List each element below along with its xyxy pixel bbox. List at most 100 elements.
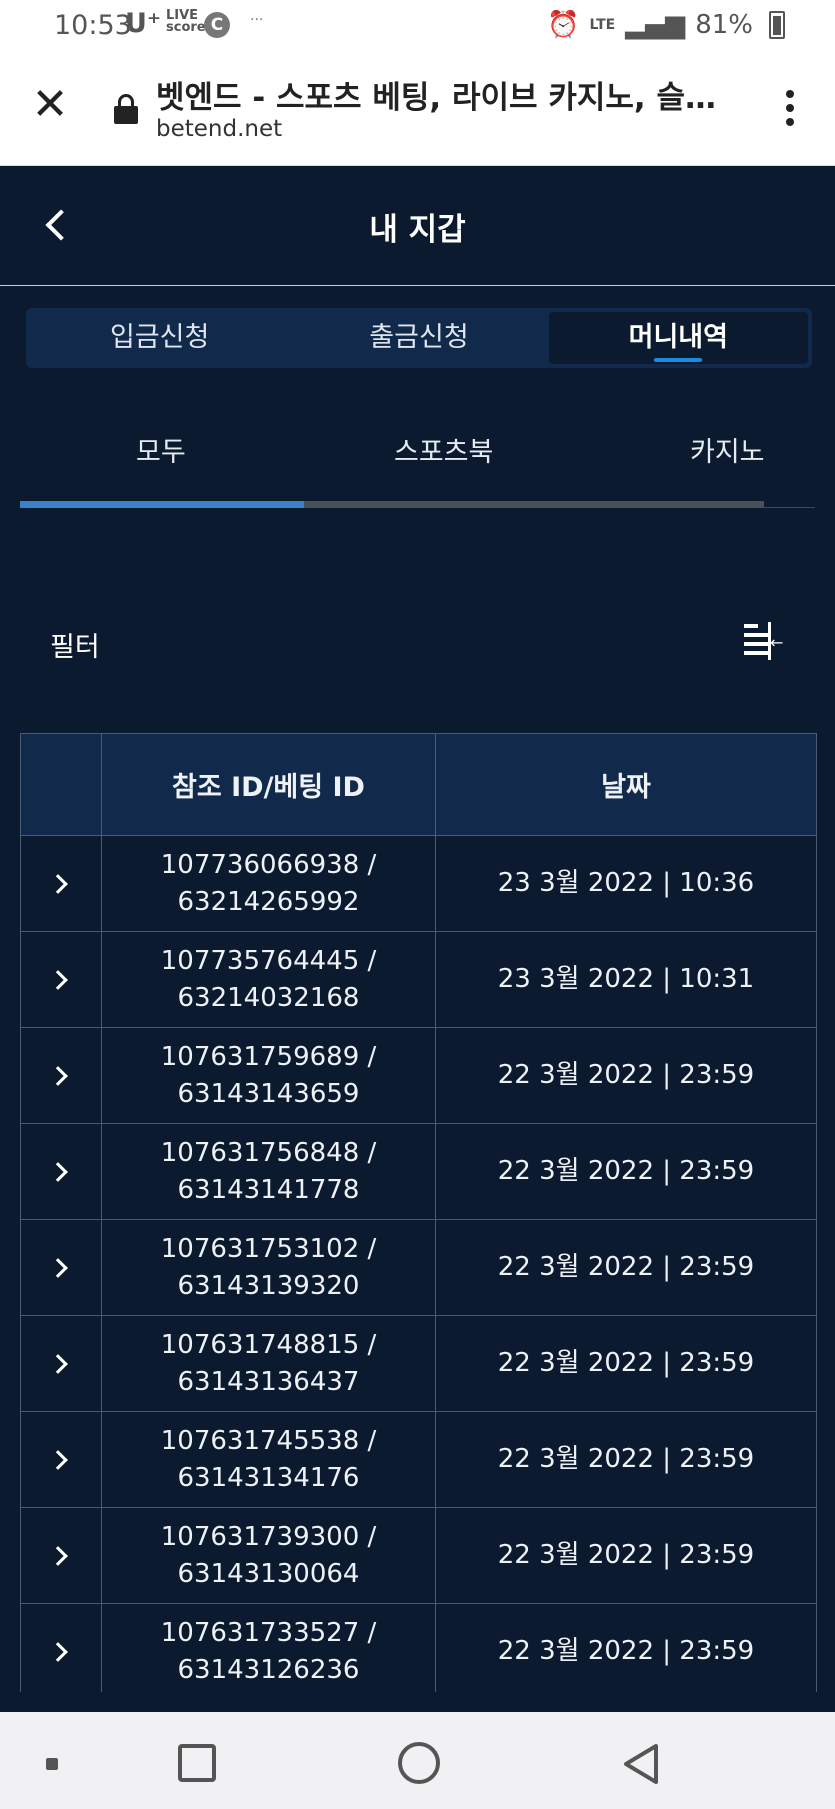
bet-id: 63214265992 [177,886,360,917]
date-cell: 22 3월 2022 | 23:59 [435,1411,817,1508]
id-cell: 107631756848 / 63143141778 [101,1123,436,1220]
recent-apps-icon[interactable] [178,1744,216,1782]
wallet-tabs: 입금신청 출금신청 머니내역 [26,308,812,368]
id-cell: 107736066938 / 63214265992 [101,835,436,932]
nav-dot-icon[interactable] [46,1758,58,1770]
tab-withdraw-request[interactable]: 출금신청 [289,312,548,364]
date-cell: 22 3월 2022 | 23:59 [435,1603,817,1700]
ref-id: 107631753102 / [160,1233,377,1264]
ref-bet-id-column-header: 참조 ID/베팅 ID [101,733,436,836]
ref-id: 107631733527 / [160,1617,377,1648]
table-row[interactable]: 107735764445 / 63214032168 23 3월 2022 | 1… [20,931,817,1028]
expand-row-button[interactable] [20,1507,102,1604]
ref-id: 107631739300 / [160,1521,377,1552]
ref-id: 107631745538 / [160,1425,377,1456]
bet-id: 63143136437 [177,1366,360,1397]
chevron-right-icon [48,1066,68,1086]
bet-id: 63143130064 [177,1558,360,1589]
filter-toggle-icon[interactable]: ← [740,622,784,662]
chevron-right-icon [48,970,68,990]
table-row[interactable]: 107631745538 / 63143134176 22 3월 2022 | 2… [20,1411,817,1508]
expand-row-button[interactable] [20,1315,102,1412]
table-row[interactable]: 107631753102 / 63143139320 22 3월 2022 | 2… [20,1219,817,1316]
id-cell: 107631753102 / 63143139320 [101,1219,436,1316]
date-cell: 23 3월 2022 | 10:31 [435,931,817,1028]
bet-id: 63143134176 [177,1462,360,1493]
history-category-tabs: 모두 스포츠북 카지노 [20,410,815,510]
back-triangle-icon[interactable] [622,1742,662,1786]
status-bar: 10:53 U⁺ LIVE score C ··· ⏰ LTE ▂▄▆ 81% [0,0,835,52]
subtab-scroll-track [20,501,764,508]
table-row[interactable]: 107631739300 / 63143130064 22 3월 2022 | 2… [20,1507,817,1604]
bet-id: 63143143659 [177,1078,360,1109]
live-score-badge: LIVE score [166,8,206,35]
battery-percent: 81% [695,10,753,40]
id-cell: 107735764445 / 63214032168 [101,931,436,1028]
lte-icon: LTE [589,17,616,33]
close-icon[interactable]: ✕ [30,83,70,127]
expand-row-button[interactable] [20,835,102,932]
date-cell: 22 3월 2022 | 23:59 [435,1507,817,1604]
expand-row-button[interactable] [20,1411,102,1508]
table-row[interactable]: 107631733527 / 63143126236 22 3월 2022 | 2… [20,1603,817,1700]
date-cell: 22 3월 2022 | 23:59 [435,1123,817,1220]
date-cell: 22 3월 2022 | 23:59 [435,1219,817,1316]
id-cell: 107631733527 / 63143126236 [101,1603,436,1700]
ref-id: 107631748815 / [160,1329,377,1360]
bet-id: 63143139320 [177,1270,360,1301]
date-cell: 22 3월 2022 | 23:59 [435,1027,817,1124]
chevron-right-icon [48,1162,68,1182]
signal-icon: ▂▄▆ [625,10,686,40]
id-cell: 107631745538 / 63143134176 [101,1411,436,1508]
table-row[interactable]: 107631756848 / 63143141778 22 3월 2022 | 2… [20,1123,817,1220]
id-cell: 107631748815 / 63143136437 [101,1315,436,1412]
expand-row-button[interactable] [20,931,102,1028]
chevron-right-icon [48,1450,68,1470]
id-cell: 107631739300 / 63143130064 [101,1507,436,1604]
more-notifications-icon: ··· [250,12,264,28]
system-nav-bar [0,1712,835,1809]
subtab-all[interactable]: 모두 [136,430,186,469]
date-cell: 22 3월 2022 | 23:59 [435,1315,817,1412]
chevron-right-icon [48,1546,68,1566]
expand-row-button[interactable] [20,1027,102,1124]
scroll-clip [0,1692,835,1712]
ref-id: 107631756848 / [160,1137,377,1168]
id-cell: 107631759689 / 63143143659 [101,1027,436,1124]
home-icon[interactable] [398,1742,440,1784]
bet-id: 63143141778 [177,1174,360,1205]
chevron-right-icon [48,1354,68,1374]
battery-icon [769,11,785,39]
money-history-table: 참조 ID/베팅 ID 날짜 107736066938 / 63214265992… [20,733,817,1700]
browser-page-title: 벳엔드 - 스포츠 베팅, 라이브 카지노, 슬롯... [156,80,742,116]
alarm-icon: ⏰ [547,10,580,40]
browser-domain: betend.net [156,116,283,142]
chevron-right-icon [48,1642,68,1662]
app-header: 내 지갑 [0,166,835,286]
subtab-sportsbook[interactable]: 스포츠북 [394,430,493,469]
tab-money-history[interactable]: 머니내역 [548,312,808,364]
expand-row-button[interactable] [20,1123,102,1220]
tab-deposit-request[interactable]: 입금신청 [30,312,289,364]
expand-row-button[interactable] [20,1603,102,1700]
filter-label: 필터 [50,632,100,663]
subtab-casino[interactable]: 카지노 [690,430,765,469]
ref-id: 107736066938 / [160,849,377,880]
chevron-right-icon [48,1258,68,1278]
carrier-label: U⁺ [125,8,162,39]
expand-column-header [20,733,102,836]
page-title: 내 지갑 [369,212,466,248]
table-row[interactable]: 107736066938 / 63214265992 23 3월 2022 | 1… [20,835,817,932]
bet-id: 63143126236 [177,1654,360,1685]
more-options-icon[interactable] [785,90,795,130]
ref-id: 107631759689 / [160,1041,377,1072]
date-column-header: 날짜 [435,733,817,836]
lock-icon[interactable] [114,94,138,124]
table-row[interactable]: 107631748815 / 63143136437 22 3월 2022 | 2… [20,1315,817,1412]
table-row[interactable]: 107631759689 / 63143143659 22 3월 2022 | 2… [20,1027,817,1124]
table-header-row: 참조 ID/베팅 ID 날짜 [20,733,817,836]
expand-row-button[interactable] [20,1219,102,1316]
status-icons: ⏰ LTE ▂▄▆ 81% [547,10,785,40]
bet-id: 63214032168 [177,982,360,1013]
status-time: 10:53 [54,10,132,41]
